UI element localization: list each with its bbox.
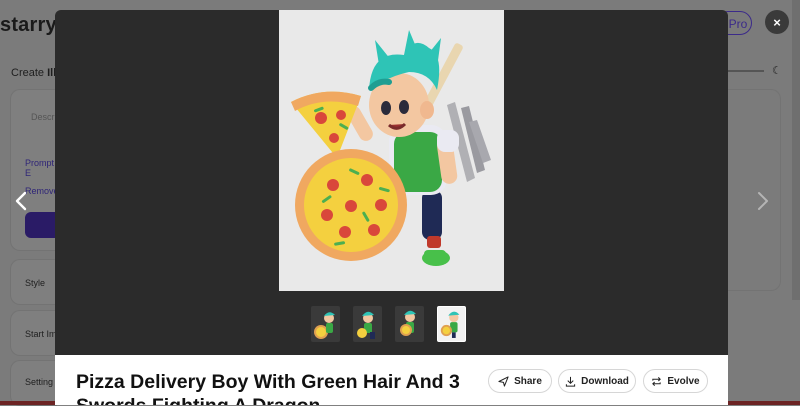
style-section-label: Style (25, 278, 46, 288)
thumbnail-variant-4[interactable] (437, 306, 466, 342)
settings-section-label: Setting (25, 377, 54, 387)
share-button[interactable]: Share (488, 369, 552, 393)
start-image-section[interactable]: Start Im (10, 310, 57, 356)
evolve-label: Evolve (667, 375, 700, 387)
previous-image-arrow[interactable] (12, 190, 32, 212)
generated-image-preview (279, 10, 504, 291)
background-slider[interactable] (728, 70, 764, 72)
download-icon (565, 376, 576, 387)
send-icon (498, 375, 509, 387)
image-viewer-modal: Pizza Delivery Boy With Green Hair And 3… (55, 10, 728, 405)
repeat-icon (652, 376, 662, 386)
share-label: Share (514, 375, 542, 387)
thumbnail-strip (311, 306, 471, 342)
prompt-input-placeholder[interactable]: Descr (31, 112, 55, 122)
download-button[interactable]: Download (558, 369, 636, 393)
create-prefix: Create (11, 67, 48, 79)
thumbnail-variant-2[interactable] (353, 306, 382, 342)
app-logo[interactable]: starry (0, 14, 57, 37)
image-info-panel: Pizza Delivery Boy With Green Hair And 3… (55, 355, 728, 405)
evolve-button[interactable]: Evolve (643, 369, 708, 393)
thumbnail-variant-3[interactable] (395, 306, 424, 342)
style-section[interactable]: Style (10, 259, 57, 305)
image-title: Pizza Delivery Boy With Green Hair And 3… (76, 371, 460, 405)
moon-icon[interactable]: ☾ (772, 64, 782, 77)
download-label: Download (581, 375, 629, 387)
next-image-arrow[interactable] (752, 190, 772, 212)
chevron-left-icon (15, 191, 27, 211)
settings-section[interactable]: Setting (10, 360, 57, 406)
close-modal-button[interactable]: × (765, 10, 789, 34)
prompt-engineer-link[interactable]: Prompt E (25, 158, 57, 178)
pizza-boy-illustration (291, 30, 491, 266)
thumbnail-variant-1[interactable] (311, 306, 340, 342)
page-scrollbar[interactable] (792, 0, 800, 300)
chevron-right-icon (758, 192, 768, 210)
generate-button[interactable] (25, 212, 56, 238)
start-image-section-label: Start Im (25, 329, 57, 339)
